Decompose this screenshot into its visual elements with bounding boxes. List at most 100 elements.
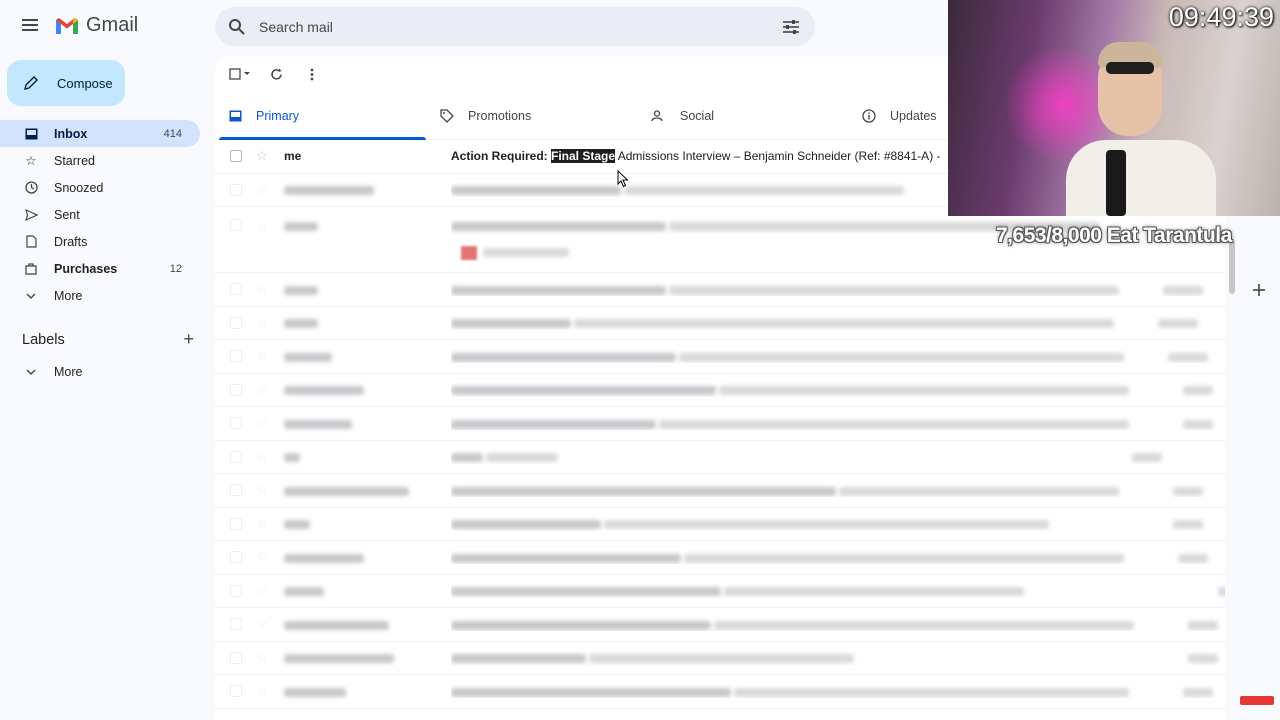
email-row[interactable]: ☆: [215, 273, 1225, 307]
email-row[interactable]: ☆: [215, 608, 1225, 642]
email-row[interactable]: ☆: [215, 474, 1225, 508]
bag-icon: [24, 262, 38, 276]
draft-icon: [24, 235, 38, 249]
row-checkbox[interactable]: [230, 417, 242, 430]
email-row[interactable]: ☆: [215, 575, 1225, 608]
refresh-icon[interactable]: [265, 63, 287, 85]
email-subject: [451, 584, 1225, 598]
row-checkbox[interactable]: [230, 450, 242, 463]
star-icon[interactable]: ☆: [256, 148, 270, 164]
send-icon: [24, 208, 38, 222]
gmail-logo[interactable]: Gmail: [54, 14, 138, 37]
sidebar-item-starred[interactable]: ☆ Starred: [0, 147, 200, 174]
email-subject: [451, 550, 1225, 564]
email-sender: [284, 684, 451, 698]
email-row[interactable]: ☆: [215, 340, 1225, 374]
row-checkbox[interactable]: [230, 618, 242, 631]
subject-highlight: Final Stage: [551, 149, 616, 164]
row-checkbox[interactable]: [230, 651, 242, 664]
row-checkbox[interactable]: [230, 283, 242, 296]
star-icon[interactable]: ☆: [256, 315, 270, 331]
email-row[interactable]: ☆: [215, 508, 1225, 541]
sidebar-item-inbox[interactable]: Inbox 414: [0, 120, 200, 147]
search-bar[interactable]: [215, 7, 815, 46]
star-icon[interactable]: ☆: [256, 281, 270, 297]
email-row[interactable]: ☆: [215, 407, 1225, 441]
purchases-count: 12: [169, 262, 182, 275]
email-subject: [451, 316, 1225, 330]
main-menu-button[interactable]: [18, 16, 42, 40]
row-checkbox[interactable]: [230, 316, 242, 329]
row-checkbox[interactable]: [230, 150, 242, 163]
email-row[interactable]: ☆: [215, 642, 1225, 675]
email-row[interactable]: ☆: [215, 541, 1225, 575]
star-icon[interactable]: ☆: [256, 219, 270, 235]
star-icon[interactable]: ☆: [256, 650, 270, 666]
sidebar-item-more[interactable]: More: [0, 282, 200, 309]
more-options-icon[interactable]: [301, 63, 323, 85]
star-icon[interactable]: ☆: [256, 449, 270, 465]
search-icon[interactable]: [215, 7, 259, 46]
email-sender: [284, 282, 451, 296]
row-checkbox[interactable]: [230, 685, 242, 698]
compose-button[interactable]: Compose: [7, 60, 125, 106]
row-checkbox[interactable]: [230, 517, 242, 530]
tag-icon: [440, 108, 454, 123]
star-icon[interactable]: ☆: [256, 683, 270, 699]
labels-more-item[interactable]: More: [0, 358, 200, 385]
row-checkbox[interactable]: [230, 484, 242, 497]
email-subject: [451, 416, 1225, 430]
email-sender: [284, 550, 451, 564]
streamer-image: [1066, 40, 1216, 216]
scrollbar-thumb[interactable]: [1229, 240, 1235, 294]
add-label-icon[interactable]: +: [183, 329, 194, 350]
row-checkbox[interactable]: [230, 350, 242, 363]
email-row[interactable]: ☆: [215, 441, 1225, 474]
email-row[interactable]: ☆: [215, 675, 1225, 709]
star-icon[interactable]: ☆: [256, 348, 270, 364]
star-icon[interactable]: ☆: [256, 549, 270, 565]
mouse-cursor-icon: [617, 170, 629, 188]
email-row[interactable]: ☆: [215, 374, 1225, 407]
sidebar-item-label: Snoozed: [54, 180, 104, 195]
row-checkbox[interactable]: [230, 219, 242, 231]
sidebar-item-sent[interactable]: Sent: [0, 201, 200, 228]
search-options-icon[interactable]: [767, 7, 815, 46]
star-icon[interactable]: ☆: [256, 616, 270, 632]
sidebar-item-drafts[interactable]: Drafts: [0, 228, 200, 255]
star-icon[interactable]: ☆: [256, 382, 270, 398]
sidebar-item-purchases[interactable]: Purchases 12: [0, 255, 200, 282]
email-sender: [284, 483, 451, 497]
email-subject: [451, 684, 1225, 698]
compose-label: Compose: [57, 75, 113, 91]
attachment-icon: [461, 245, 477, 260]
sidebar-item-snoozed[interactable]: Snoozed: [0, 174, 200, 201]
star-icon[interactable]: ☆: [256, 182, 270, 198]
tab-label: Primary: [256, 108, 300, 123]
search-input[interactable]: [259, 18, 767, 35]
row-checkbox[interactable]: [230, 584, 242, 597]
tab-label: Updates: [890, 108, 937, 123]
add-addon-icon[interactable]: [1252, 283, 1270, 301]
webcam-overlay: 09:49:39: [948, 0, 1280, 216]
tab-label: Promotions: [468, 108, 532, 123]
tab-primary[interactable]: Primary: [215, 92, 426, 140]
star-icon[interactable]: ☆: [256, 415, 270, 431]
subject-prefix: Action Required:: [451, 149, 552, 164]
star-icon[interactable]: ☆: [256, 516, 270, 532]
star-icon[interactable]: ☆: [256, 482, 270, 498]
tab-social[interactable]: Social: [637, 92, 848, 139]
labels-header: Labels +: [22, 329, 194, 350]
pencil-icon: [24, 76, 38, 90]
inbox-icon: [229, 110, 242, 121]
clock-icon: [24, 181, 38, 195]
row-checkbox[interactable]: [230, 183, 242, 196]
select-all-checkbox[interactable]: [229, 63, 251, 85]
row-checkbox[interactable]: [230, 551, 242, 564]
star-icon[interactable]: ☆: [256, 583, 270, 599]
row-checkbox[interactable]: [230, 383, 242, 396]
tab-promotions[interactable]: Promotions: [426, 92, 637, 139]
email-sender: [284, 450, 451, 464]
email-row[interactable]: ☆: [215, 307, 1225, 340]
labels-more-label: More: [54, 364, 83, 379]
